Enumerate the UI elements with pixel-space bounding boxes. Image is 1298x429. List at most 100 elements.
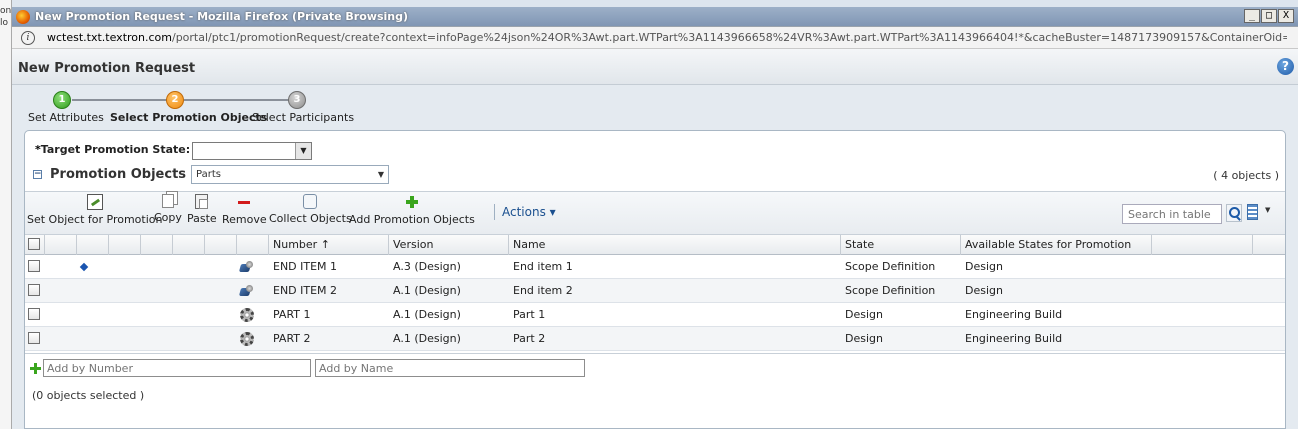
header-name[interactable]: Name <box>509 235 841 255</box>
add-promotion-objects-label: Add Promotion Objects <box>349 213 475 226</box>
row-checkbox[interactable] <box>28 332 40 344</box>
cell-number[interactable]: PART 2 <box>269 327 311 351</box>
cell-version: A.1 (Design) <box>393 284 461 297</box>
maximize-button[interactable]: □ <box>1261 9 1277 23</box>
window-title: New Promotion Request - Mozilla Firefox … <box>35 10 409 23</box>
set-object-icon <box>86 194 103 210</box>
search-input[interactable] <box>1122 204 1222 224</box>
window-titlebar[interactable]: New Promotion Request - Mozilla Firefox … <box>12 7 1298 27</box>
object-count: ( 4 objects ) <box>1213 169 1279 182</box>
set-object-for-promotion-button[interactable]: Set Object for Promotion <box>27 194 162 226</box>
set-object-label: Set Object for Promotion <box>27 213 163 226</box>
collect-objects-label: Collect Objects <box>269 212 352 225</box>
header-available-states[interactable]: Available States for Promotion <box>961 235 1152 255</box>
step-connector <box>72 99 176 101</box>
promotion-objects-table: Number ↑ Version Name State Available St… <box>25 235 1285 351</box>
cell-available-states[interactable]: Design <box>961 279 1003 303</box>
cell-state: Scope Definition <box>845 284 936 297</box>
cell-state: Design <box>845 332 883 345</box>
assembly-part-icon <box>239 260 254 275</box>
window-controls: _ □ X <box>1244 9 1294 23</box>
site-info-icon[interactable]: i <box>21 30 35 45</box>
target-state-select[interactable]: ▼ <box>192 142 312 160</box>
remove-button[interactable]: Remove <box>222 194 267 226</box>
minimize-button[interactable]: _ <box>1244 9 1260 23</box>
url-bar[interactable]: i wctest.txt.textron.com/portal/ptc1/pro… <box>12 27 1298 49</box>
collapse-icon[interactable]: − <box>33 170 42 179</box>
cell-version: A.1 (Design) <box>393 308 461 321</box>
help-icon[interactable]: ? <box>1277 58 1294 75</box>
header-blank <box>205 235 237 255</box>
table-row[interactable]: PART 1 A.1 (Design) Part 1 Design Engine… <box>25 303 1285 327</box>
view-select[interactable]: Parts ▼ <box>191 165 389 184</box>
add-promotion-objects-button[interactable]: Add Promotion Objects <box>349 194 475 226</box>
page-title: New Promotion Request <box>18 61 196 76</box>
actions-menu[interactable]: Actions ▾ <box>502 205 556 219</box>
cell-available-states[interactable]: Engineering Build <box>961 327 1062 351</box>
background-window-strip: on lo <box>0 0 12 429</box>
cell-version: A.1 (Design) <box>393 332 461 345</box>
firefox-icon <box>16 9 30 24</box>
copy-button[interactable]: Copy <box>154 194 182 224</box>
promotion-objects-header: − Promotion Objects <box>33 167 186 182</box>
add-icon <box>404 194 420 210</box>
cell-available-states[interactable]: Engineering Build <box>961 303 1062 327</box>
cell-name: End item 2 <box>513 284 573 297</box>
cell-state: Design <box>845 308 883 321</box>
search-icon[interactable] <box>1226 204 1242 222</box>
row-checkbox[interactable] <box>28 284 40 296</box>
cell-number[interactable]: END ITEM 1 <box>269 255 337 279</box>
cell-version: A.3 (Design) <box>393 260 461 273</box>
table-divider <box>25 353 1285 354</box>
select-all-checkbox[interactable] <box>28 238 40 250</box>
assembly-part-icon <box>239 284 254 299</box>
close-button[interactable]: X <box>1278 9 1294 23</box>
content-panel: *Target Promotion State: ▼ − Promotion O… <box>24 130 1286 429</box>
header-number[interactable]: Number ↑ <box>269 235 389 255</box>
table-view-icon[interactable] <box>1247 204 1258 220</box>
background-text: on <box>0 6 12 16</box>
paste-label: Paste <box>187 212 217 225</box>
wizard-steps: 1 2 3 Set Attributes Select Promotion Ob… <box>12 85 432 127</box>
cell-name: Part 1 <box>513 308 546 321</box>
header-blank <box>141 235 173 255</box>
url-text[interactable]: wctest.txt.textron.com/portal/ptc1/promo… <box>47 31 1287 44</box>
step-3-icon[interactable]: 3 <box>288 91 306 109</box>
step-label-set-attributes[interactable]: Set Attributes <box>28 111 104 124</box>
cell-available-states[interactable]: Design <box>961 255 1003 279</box>
copy-label: Copy <box>154 211 182 224</box>
header-state[interactable]: State <box>841 235 961 255</box>
step-1-icon[interactable]: 1 <box>53 91 71 109</box>
table-row[interactable]: END ITEM 2 A.1 (Design) End item 2 Scope… <box>25 279 1285 303</box>
copy-icon <box>161 194 174 208</box>
chevron-down-icon[interactable]: ▼ <box>1265 206 1270 214</box>
chevron-down-icon[interactable]: ▼ <box>295 143 311 159</box>
cell-name: End item 1 <box>513 260 573 273</box>
add-icon[interactable] <box>30 363 41 374</box>
cell-number[interactable]: END ITEM 2 <box>269 279 337 303</box>
collect-objects-button[interactable]: Collect Objects <box>269 194 352 225</box>
step-2-icon[interactable]: 2 <box>166 91 184 109</box>
row-checkbox[interactable] <box>28 308 40 320</box>
table-row[interactable]: END ITEM 1 A.3 (Design) End item 1 Scope… <box>25 255 1285 279</box>
step-label-select-promotion-objects[interactable]: Select Promotion Objects <box>110 111 267 124</box>
cell-number[interactable]: PART 1 <box>269 303 311 327</box>
step-connector <box>184 99 292 101</box>
pin-icon <box>79 262 89 272</box>
header-blank <box>77 235 109 255</box>
view-select-value: Parts <box>196 169 221 180</box>
paste-button[interactable]: Paste <box>187 194 217 225</box>
header-blank <box>109 235 141 255</box>
page: New Promotion Request ? 1 2 3 Set Attrib… <box>12 49 1298 429</box>
add-by-name-input[interactable] <box>315 359 585 377</box>
header-blank <box>45 235 77 255</box>
remove-icon <box>236 194 252 210</box>
chevron-down-icon[interactable]: ▼ <box>378 166 384 183</box>
table-row[interactable]: PART 2 A.1 (Design) Part 2 Design Engine… <box>25 327 1285 351</box>
add-by-number-input[interactable] <box>43 359 311 377</box>
row-checkbox[interactable] <box>28 260 40 272</box>
header-version[interactable]: Version <box>389 235 509 255</box>
target-state-row: *Target Promotion State: <box>35 143 190 156</box>
step-label-select-participants[interactable]: Select Participants <box>252 111 354 124</box>
cell-state: Scope Definition <box>845 260 936 273</box>
